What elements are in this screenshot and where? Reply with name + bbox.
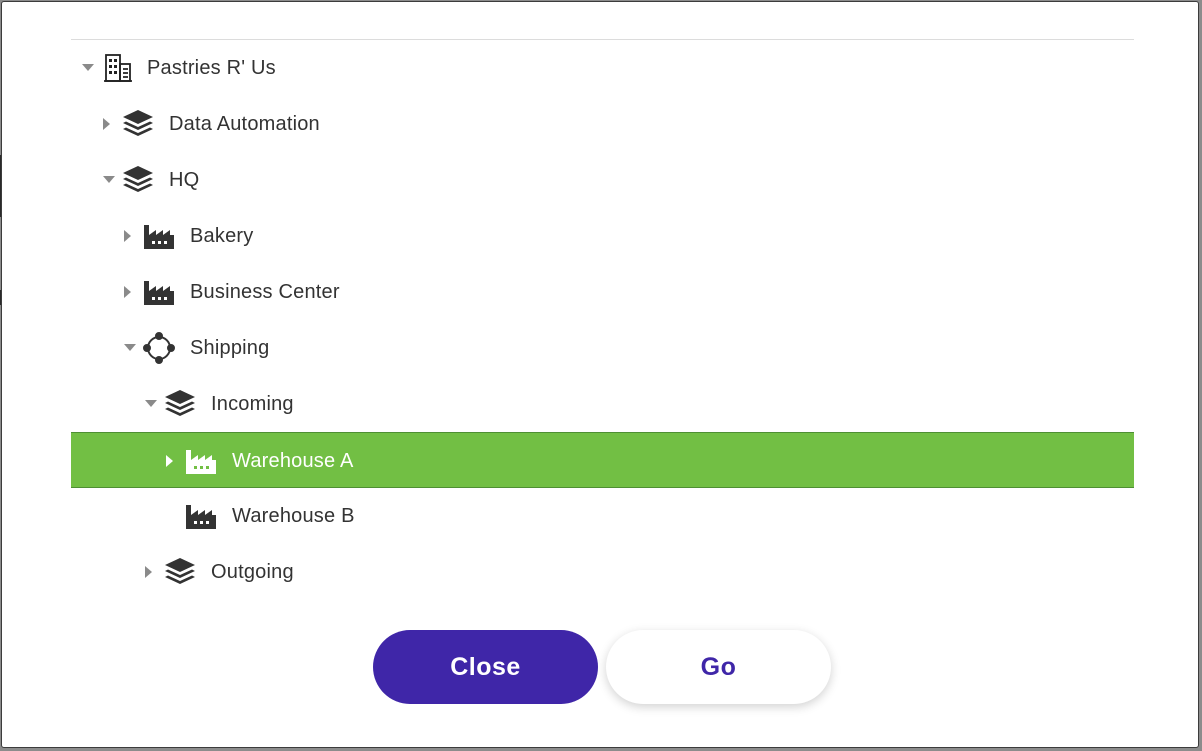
tree-node-label: Pastries R' Us [147, 57, 276, 79]
tree-node-business-center[interactable]: Business Center [71, 264, 1134, 320]
tree-node-label: Incoming [211, 393, 294, 415]
tree-node-label: Warehouse A [232, 450, 354, 472]
tree-selection-dialog: Pastries R' Us Data Automation HQ Bakery… [1, 1, 1199, 748]
tree-node-incoming[interactable]: Incoming [71, 376, 1134, 432]
tree-node-label: Business Center [190, 281, 340, 303]
layers-icon [122, 164, 154, 196]
caret-down-icon[interactable] [81, 61, 95, 75]
close-button[interactable]: Close [373, 630, 598, 704]
circle-nodes-icon [143, 332, 175, 364]
factory-icon [143, 276, 175, 308]
layers-icon [164, 556, 196, 588]
factory-icon [143, 220, 175, 252]
caret-down-icon[interactable] [102, 173, 116, 187]
caret-down-icon[interactable] [123, 341, 137, 355]
dialog-actions: Close Go [373, 630, 831, 704]
go-button[interactable]: Go [606, 630, 831, 704]
tree-node-label: HQ [169, 169, 200, 191]
tree-node-pastries-r-us[interactable]: Pastries R' Us [71, 40, 1134, 96]
layers-icon [122, 108, 154, 140]
layers-icon [164, 388, 196, 420]
tree-node-warehouse-b[interactable]: Warehouse B [71, 488, 1134, 544]
building-icon [102, 52, 134, 84]
caret-right-icon[interactable] [121, 229, 135, 243]
tree-node-shipping[interactable]: Shipping [71, 320, 1134, 376]
tree-node-data-automation[interactable]: Data Automation [71, 96, 1134, 152]
caret-down-icon[interactable] [144, 397, 158, 411]
caret-right-icon[interactable] [142, 565, 156, 579]
tree-node-label: Data Automation [169, 113, 320, 135]
tree-node-bakery[interactable]: Bakery [71, 208, 1134, 264]
tree-node-outgoing[interactable]: Outgoing [71, 544, 1134, 600]
location-tree: Pastries R' Us Data Automation HQ Bakery… [71, 39, 1134, 600]
tree-node-label: Warehouse B [232, 505, 355, 527]
tree-node-label: Shipping [190, 337, 270, 359]
caret-right-icon[interactable] [100, 117, 114, 131]
factory-icon [185, 445, 217, 477]
tree-node-warehouse-a[interactable]: Warehouse A [71, 432, 1134, 488]
factory-icon [185, 500, 217, 532]
caret-right-icon[interactable] [121, 285, 135, 299]
tree-node-label: Bakery [190, 225, 254, 247]
tree-node-hq[interactable]: HQ [71, 152, 1134, 208]
tree-node-label: Outgoing [211, 561, 294, 583]
caret-right-icon[interactable] [163, 454, 177, 468]
